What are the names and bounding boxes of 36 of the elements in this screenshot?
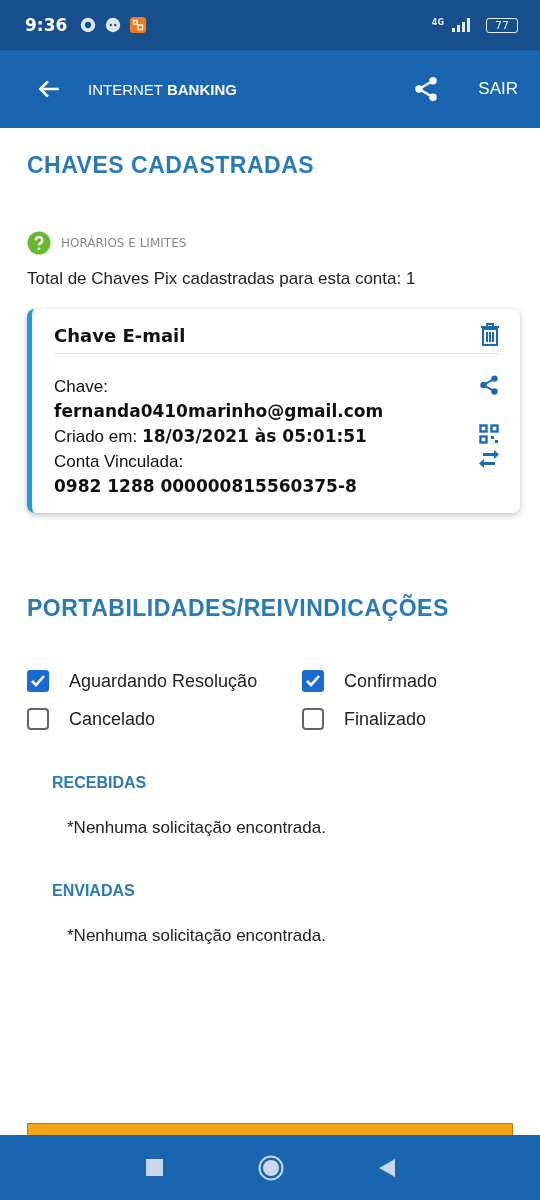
status-filter-checkbox[interactable]: Finalizado [302, 708, 540, 730]
checkbox[interactable] [27, 708, 49, 730]
created-date: Criado em: 18/03/2021 às 05:01:51 [54, 425, 368, 448]
battery-indicator: 77 [486, 17, 518, 33]
status-filter-checkbox[interactable]: Confirmado [302, 670, 540, 692]
status-filter-checkbox[interactable]: Cancelado [27, 708, 302, 730]
back-icon[interactable] [378, 1158, 395, 1177]
transfer-icon[interactable] [478, 450, 500, 468]
checkbox[interactable] [302, 708, 324, 730]
key-value: fernanda0410marinho@gmail.com [54, 400, 384, 423]
empty-message: *Nenhuma solicitação encontrada. [67, 818, 327, 838]
recents-icon[interactable] [145, 1159, 163, 1176]
checkbox[interactable] [302, 670, 324, 692]
section-title: PORTABILIDADES/REIVINDICAÇÕES [27, 595, 450, 622]
empty-message: *Nenhuma solicitação encontrada. [67, 926, 327, 946]
key-type-title: Chave E-mail [54, 324, 186, 346]
key-label: Chave: [54, 376, 109, 398]
account-label: Conta Vinculada: [54, 451, 185, 473]
network-type: 4G [431, 17, 444, 27]
status-filter-checkbox[interactable]: Aguardando Resolução [27, 670, 302, 692]
keys-total-text: Total de Chaves Pix cadastradas para esta conta: 1 [27, 269, 417, 289]
limits-link[interactable]: HORÁRIOS E LIMITES [61, 236, 187, 250]
list-title: ENVIADAS [52, 882, 136, 900]
trash-icon[interactable] [480, 323, 500, 347]
app-icon [129, 16, 148, 34]
qr-code-icon[interactable] [479, 424, 499, 444]
checkbox[interactable] [27, 670, 49, 692]
account-value: 0982 1288 000000815560375-8 [54, 475, 358, 498]
browser-icon [79, 16, 98, 34]
app-title: INTERNET BANKING [88, 80, 237, 98]
share-icon[interactable] [478, 374, 500, 396]
home-icon[interactable] [257, 1154, 284, 1181]
list-title: RECEBIDAS [52, 774, 148, 792]
section-title: CHAVES CADASTRADAS [27, 152, 316, 179]
logout-button[interactable]: SAIR [474, 75, 522, 103]
status-time: 9:36 [25, 15, 68, 35]
